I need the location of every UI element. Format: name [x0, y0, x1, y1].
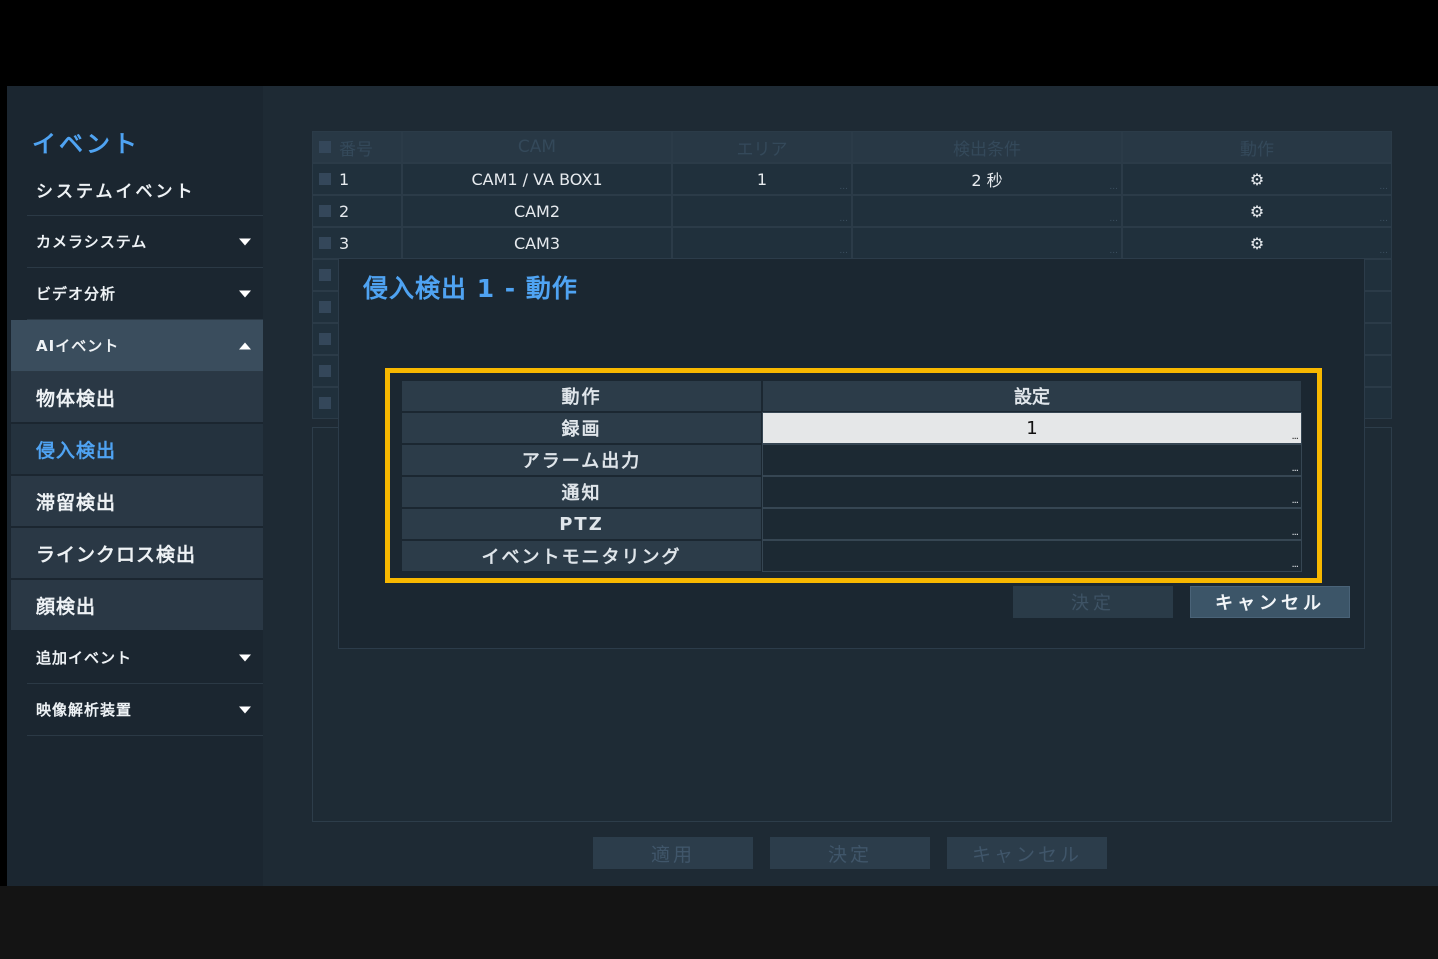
header-condition: 検出条件 [852, 131, 1122, 163]
row-cam: CAM3 [402, 227, 672, 259]
header-action: 動作 [401, 380, 762, 412]
ok-button[interactable]: 決定 [770, 837, 930, 869]
alarm-output-setting-field[interactable]: ... [762, 444, 1302, 476]
sidebar-item-video-analytics-device[interactable]: 映像解析装置 [27, 684, 263, 736]
chevron-down-icon [239, 706, 251, 713]
sidebar-item-system-event[interactable]: システムイベント [27, 164, 263, 216]
more-options-icon[interactable]: ... [1291, 431, 1298, 442]
header-area: エリア [672, 131, 852, 163]
setting-value: 1 [1026, 417, 1038, 439]
header-cam: CAM [402, 131, 672, 163]
row-condition[interactable]: 2 秒... [852, 163, 1122, 195]
action-label: 通知 [401, 476, 762, 508]
action-row-event-monitoring: イベントモニタリング ... [401, 540, 1302, 572]
sidebar-item-label: カメラシステム [36, 233, 148, 251]
sidebar-title: イベント [32, 130, 140, 158]
sidebar-item-label: 滞留検出 [36, 491, 117, 514]
header-setting: 設定 [762, 380, 1302, 412]
row-checkbox-icon[interactable] [319, 301, 331, 313]
apply-button[interactable]: 適用 [593, 837, 753, 869]
top-black-bar [0, 0, 1438, 86]
row-area[interactable]: ... [672, 227, 852, 259]
row-checkbox-icon[interactable] [319, 237, 331, 249]
action-row-notification: 通知 ... [401, 476, 1302, 508]
sidebar-item-label: 顔検出 [36, 595, 97, 618]
sidebar-item-label: 物体検出 [36, 387, 117, 410]
chevron-down-icon [239, 654, 251, 661]
action-label: PTZ [401, 508, 762, 540]
more-options-icon[interactable]: ... [1291, 495, 1298, 506]
row-action[interactable]: ⚙... [1122, 227, 1392, 259]
more-options-icon[interactable]: ... [1291, 559, 1298, 570]
more-options-icon[interactable]: ... [1291, 527, 1298, 538]
action-row-alarm-output: アラーム出力 ... [401, 444, 1302, 476]
cancel-button[interactable]: キャンセル [947, 837, 1107, 869]
sidebar-item-intrusion-detection[interactable]: 侵入検出 [11, 424, 263, 475]
sidebar-item-ai-event[interactable]: AIイベント [11, 320, 263, 372]
sidebar-item-line-cross-detection[interactable]: ラインクロス検出 [11, 528, 263, 579]
row-condition[interactable]: ... [852, 227, 1122, 259]
sidebar-item-face-detection[interactable]: 顔検出 [11, 580, 263, 631]
row-condition[interactable]: ... [852, 195, 1122, 227]
table-row[interactable]: 3 CAM3 ... ... ⚙... [312, 227, 1392, 259]
action-gear-icon: ⚙ [1249, 169, 1265, 189]
table-row[interactable]: 1 CAM1 / VA BOX1 1... 2 秒... ⚙... [312, 163, 1392, 195]
chevron-down-icon [239, 290, 251, 297]
sidebar-item-label: 追加イベント [36, 649, 133, 667]
select-all-checkbox-icon[interactable] [319, 141, 331, 153]
action-table: 動作 設定 録画 1 ... アラーム出力 ... 通知 ... PTZ ...… [401, 380, 1302, 572]
sidebar-item-label: 映像解析装置 [36, 701, 133, 719]
dialog-title: 侵入検出 1 - 動作 [363, 274, 578, 303]
row-checkbox-icon[interactable] [319, 333, 331, 345]
sidebar-item-label: 侵入検出 [36, 439, 117, 462]
action-label: イベントモニタリング [401, 540, 762, 572]
event-monitoring-setting-field[interactable]: ... [762, 540, 1302, 572]
table-row[interactable]: 2 CAM2 ... ... ⚙... [312, 195, 1392, 227]
action-gear-icon: ⚙ [1249, 201, 1265, 221]
dialog-ok-button[interactable]: 決定 [1013, 586, 1173, 618]
row-checkbox-icon[interactable] [319, 173, 331, 185]
sidebar-item-label: システムイベント [36, 182, 196, 202]
sidebar-item-label: ラインクロス検出 [36, 543, 197, 566]
header-number: 番号 [312, 131, 402, 163]
row-cam: CAM2 [402, 195, 672, 227]
row-checkbox-icon[interactable] [319, 365, 331, 377]
row-action[interactable]: ⚙... [1122, 163, 1392, 195]
row-number: 3 [339, 233, 350, 253]
ptz-setting-field[interactable]: ... [762, 508, 1302, 540]
notification-setting-field[interactable]: ... [762, 476, 1302, 508]
sidebar-item-video-analysis[interactable]: ビデオ分析 [27, 268, 263, 320]
row-checkbox-icon[interactable] [319, 205, 331, 217]
row-checkbox-icon[interactable] [319, 269, 331, 281]
sidebar-item-label: AIイベント [36, 337, 120, 355]
dialog-cancel-button[interactable]: キャンセル [1190, 586, 1350, 618]
action-label: 録画 [401, 412, 762, 444]
sidebar-item-loitering-detection[interactable]: 滞留検出 [11, 476, 263, 527]
row-area[interactable]: 1... [672, 163, 852, 195]
row-area[interactable]: ... [672, 195, 852, 227]
table-header: 番号 CAM エリア 検出条件 動作 [312, 131, 1392, 163]
sidebar: イベント システムイベント カメラシステム ビデオ分析 AIイベント 物体検出 … [7, 86, 263, 886]
sidebar-item-object-detection[interactable]: 物体検出 [11, 372, 263, 423]
action-gear-icon: ⚙ [1249, 233, 1265, 253]
bottom-bar [0, 886, 1438, 959]
more-options-icon[interactable]: ... [1291, 463, 1298, 474]
row-checkbox-icon[interactable] [319, 397, 331, 409]
row-action[interactable]: ⚙... [1122, 195, 1392, 227]
sidebar-item-additional-event[interactable]: 追加イベント [27, 632, 263, 684]
action-label: アラーム出力 [401, 444, 762, 476]
header-action: 動作 [1122, 131, 1392, 163]
chevron-down-icon [239, 238, 251, 245]
record-setting-field[interactable]: 1 ... [762, 412, 1302, 444]
row-number: 2 [339, 201, 350, 221]
chevron-up-icon [239, 342, 251, 349]
sidebar-item-label: ビデオ分析 [36, 285, 117, 303]
action-row-ptz: PTZ ... [401, 508, 1302, 540]
row-number: 1 [339, 169, 350, 189]
row-cam: CAM1 / VA BOX1 [402, 163, 672, 195]
sidebar-item-camera-system[interactable]: カメラシステム [27, 216, 263, 268]
action-table-header: 動作 設定 [401, 380, 1302, 412]
action-dialog: 侵入検出 1 - 動作 動作 設定 録画 1 ... アラーム出力 ... 通知 [338, 258, 1365, 649]
action-row-record: 録画 1 ... [401, 412, 1302, 444]
